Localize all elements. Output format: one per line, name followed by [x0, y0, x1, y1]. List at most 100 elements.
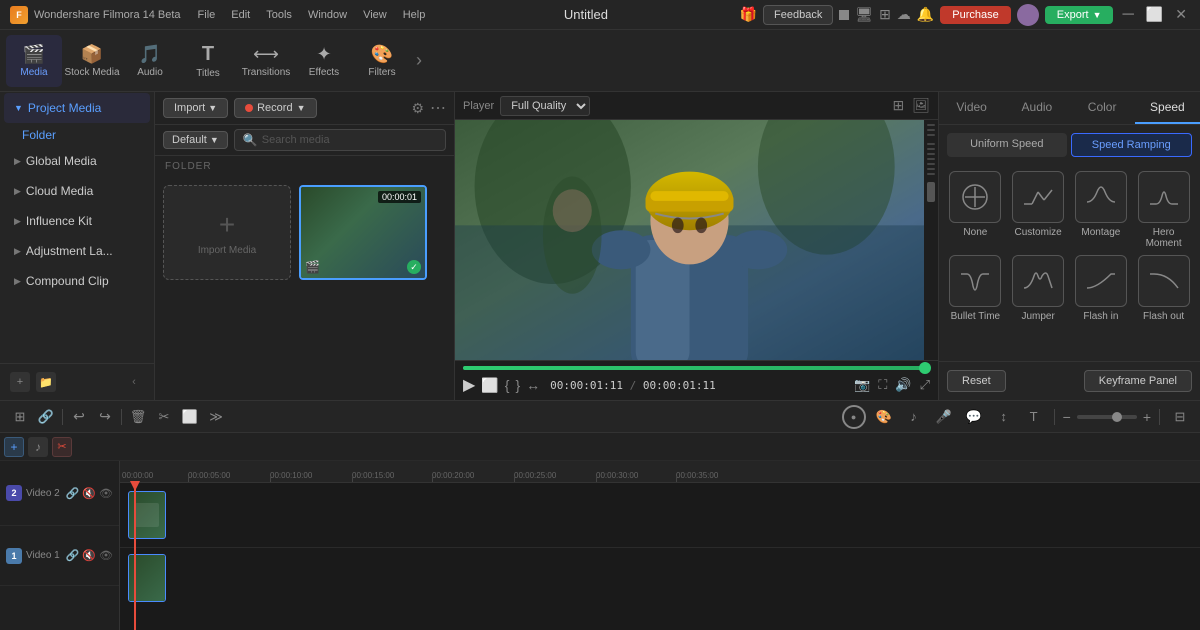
tl-link-button[interactable]: 🔗 — [34, 405, 58, 429]
tl-add-audio-button[interactable]: ♪ — [28, 437, 48, 457]
volume-button[interactable]: 🔊 — [895, 377, 911, 393]
toolbar-media[interactable]: 🎬 Media — [6, 35, 62, 87]
track-link-v2[interactable]: 🔗 — [66, 487, 80, 500]
fullscreen-button[interactable]: ⛶ — [878, 377, 887, 393]
tl-speed-indicator[interactable]: ● — [842, 405, 866, 429]
toolbar-filters[interactable]: 🎨 Filters — [354, 35, 410, 87]
tl-scissors-button[interactable]: ✂ — [52, 437, 72, 457]
menu-window[interactable]: Window — [301, 7, 354, 23]
tl-captions-button[interactable]: 💬 — [962, 405, 986, 429]
expand-button[interactable]: ⤢ — [920, 377, 930, 393]
speed-item-none[interactable]: None — [947, 171, 1004, 249]
menu-help[interactable]: Help — [396, 7, 433, 23]
stop-button[interactable]: ⬜ — [481, 377, 498, 394]
menu-tools[interactable]: Tools — [259, 7, 299, 23]
more-media-options[interactable]: ⋯ — [430, 98, 446, 118]
tl-subtitle-button[interactable]: T — [1022, 405, 1046, 429]
in-point-button[interactable]: { — [505, 377, 510, 393]
tl-add-video-button[interactable]: + — [4, 437, 24, 457]
section-influence-kit[interactable]: ▶ Influence Kit — [4, 207, 150, 235]
speed-ramping-tab[interactable]: Speed Ramping — [1071, 133, 1193, 157]
menu-file[interactable]: File — [191, 7, 223, 23]
tl-audio-button[interactable]: ♪ — [902, 405, 926, 429]
tl-zoom-out-button[interactable]: − — [1063, 409, 1071, 425]
filter-icon[interactable]: ⚙ — [411, 100, 424, 117]
speed-item-flash-out[interactable]: Flash out — [1135, 255, 1192, 322]
maximize-button[interactable]: ⬜ — [1143, 6, 1166, 23]
progress-bar[interactable] — [463, 366, 930, 370]
image-icon[interactable]: 🖼 — [912, 97, 930, 114]
media-item-1[interactable]: 00:00:01 ✓ 🎬 — [299, 185, 427, 280]
tl-layout-button[interactable]: ⊟ — [1168, 405, 1192, 429]
toolbar-transitions[interactable]: ⟷ Transitions — [238, 35, 294, 87]
tl-undo-button[interactable]: ↩ — [67, 405, 91, 429]
export-button[interactable]: Export▼ — [1045, 6, 1114, 24]
section-cloud-media[interactable]: ▶ Cloud Media — [4, 177, 150, 205]
track-visible-v1[interactable]: 👁 — [99, 549, 113, 562]
section-project-media[interactable]: ▼ Project Media — [4, 93, 150, 123]
import-media-area[interactable]: + Import Media — [163, 185, 291, 280]
toolbar-titles[interactable]: T Titles — [180, 35, 236, 87]
tl-record-button[interactable]: 🎤 — [932, 405, 956, 429]
grid-icon[interactable]: ⊞ — [879, 6, 891, 23]
folder-item[interactable]: Folder — [0, 124, 154, 146]
media-search[interactable]: 🔍 Search media — [234, 129, 446, 151]
speed-item-montage[interactable]: Montage — [1073, 171, 1130, 249]
section-global-media[interactable]: ▶ Global Media — [4, 147, 150, 175]
purchase-button[interactable]: Purchase — [940, 6, 1010, 24]
uniform-speed-tab[interactable]: Uniform Speed — [947, 133, 1067, 157]
track-mute-v2[interactable]: 🔇 — [82, 487, 96, 500]
panel-collapse-button[interactable]: ‹ — [124, 372, 144, 392]
track-mute-v1[interactable]: 🔇 — [82, 549, 96, 562]
tl-zoom-in-button[interactable]: + — [1143, 409, 1151, 425]
reset-button[interactable]: Reset — [947, 370, 1006, 392]
toolbar-audio[interactable]: 🎵 Audio — [122, 35, 178, 87]
cloud-icon[interactable]: ☁ — [897, 6, 911, 23]
tl-delete-button[interactable]: 🗑 — [126, 405, 150, 429]
tab-color[interactable]: Color — [1070, 92, 1135, 124]
record-button[interactable]: Record▼ — [234, 98, 316, 118]
quality-select[interactable]: Full Quality — [500, 96, 590, 116]
speed-item-customize[interactable]: Customize — [1010, 171, 1067, 249]
track-link-v1[interactable]: 🔗 — [66, 549, 80, 562]
tab-audio[interactable]: Audio — [1004, 92, 1069, 124]
tl-crop-button[interactable]: ⬜ — [178, 405, 202, 429]
speed-item-bullet-time[interactable]: Bullet Time — [947, 255, 1004, 322]
out-point-button[interactable]: } — [515, 377, 520, 393]
close-button[interactable]: ✕ — [1172, 6, 1190, 23]
track-visible-v2[interactable]: 👁 — [99, 487, 113, 500]
menu-edit[interactable]: Edit — [224, 7, 257, 23]
speed-item-flash-in[interactable]: Flash in — [1073, 255, 1130, 322]
feedback-button[interactable]: Feedback — [763, 5, 833, 25]
speed-item-hero-moment[interactable]: Hero Moment — [1135, 171, 1192, 249]
monitor-icon[interactable]: 🖥 — [855, 6, 873, 23]
play-button[interactable]: ▶ — [463, 375, 475, 395]
minimize-button[interactable]: ─ — [1119, 6, 1136, 24]
tab-speed[interactable]: Speed — [1135, 92, 1200, 124]
gift-icon[interactable]: 🎁 — [740, 6, 757, 23]
toolbar-effects[interactable]: ✦ Effects — [296, 35, 352, 87]
tl-more-button[interactable]: ≫ — [204, 405, 228, 429]
import-button[interactable]: Import▼ — [163, 98, 228, 118]
tl-cut-button[interactable]: ✂ — [152, 405, 176, 429]
user-avatar[interactable] — [1017, 4, 1039, 26]
panel-add-folder-button[interactable]: + — [10, 372, 30, 392]
progress-thumb[interactable] — [919, 362, 931, 374]
tl-split-button[interactable]: ↕ — [992, 405, 1016, 429]
trim-button[interactable]: ↔ — [526, 377, 540, 393]
menu-view[interactable]: View — [356, 7, 394, 23]
default-filter-button[interactable]: Default▼ — [163, 131, 228, 149]
section-adjustment[interactable]: ▶ Adjustment La... — [4, 237, 150, 265]
toolbar-stock-media[interactable]: 📦 Stock Media — [64, 35, 120, 87]
screenshot-button[interactable]: 📷 — [854, 377, 870, 393]
grid-view-icon[interactable]: ⊞ — [892, 97, 904, 114]
playhead[interactable] — [134, 483, 136, 630]
tl-color-button[interactable]: 🎨 — [872, 405, 896, 429]
panel-folder-button[interactable]: 📁 — [36, 372, 56, 392]
bell-icon[interactable]: 🔔 — [917, 6, 934, 23]
speed-item-jumper[interactable]: Jumper — [1010, 255, 1067, 322]
section-compound-clip[interactable]: ▶ Compound Clip — [4, 267, 150, 295]
tl-group-button[interactable]: ⊞ — [8, 405, 32, 429]
keyframe-panel-button[interactable]: Keyframe Panel — [1084, 370, 1192, 392]
scroll-thumb[interactable] — [927, 182, 935, 202]
